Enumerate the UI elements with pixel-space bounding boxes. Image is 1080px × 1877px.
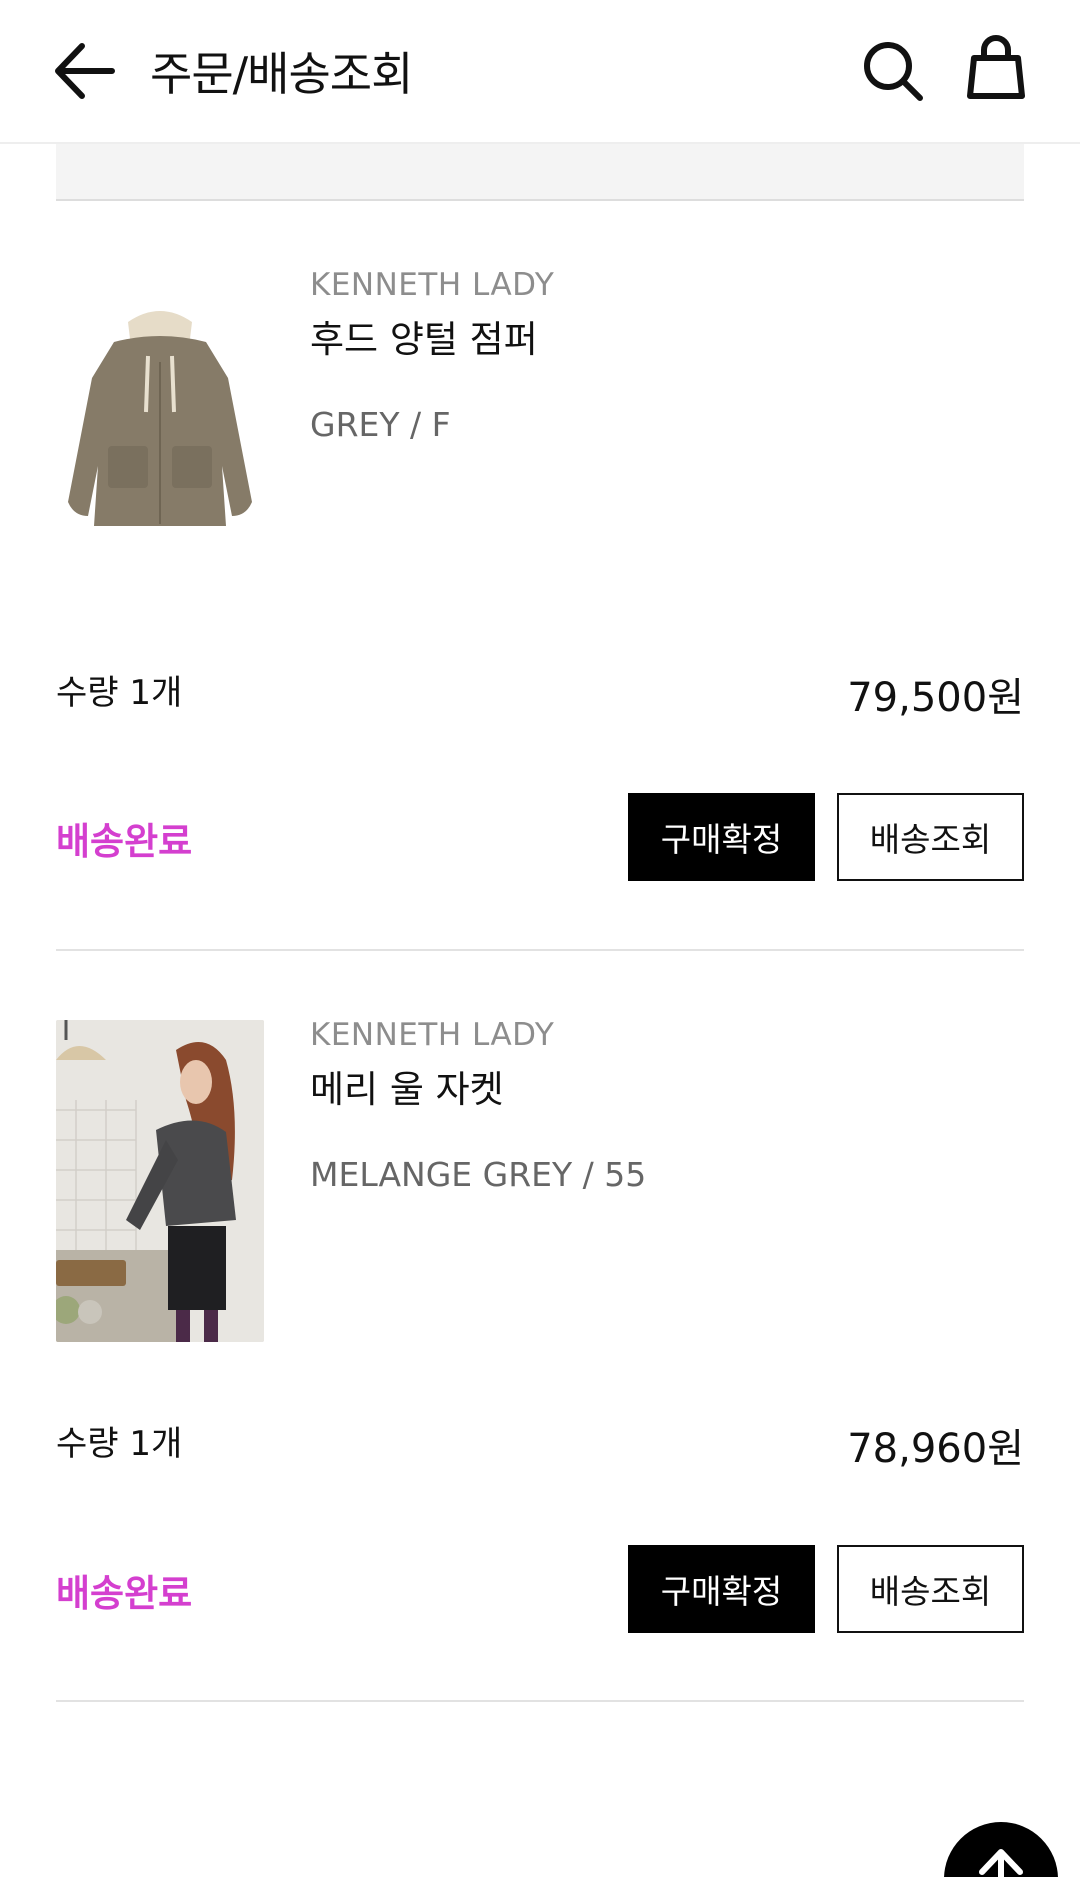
quantity-label: 수량 1개 bbox=[56, 673, 183, 713]
search-icon bbox=[864, 42, 923, 101]
brand-name: KENNETH LADY bbox=[310, 267, 555, 303]
page-title: 주문/배송조회 bbox=[150, 47, 413, 101]
product-option: GREY / F bbox=[310, 405, 451, 444]
track-delivery-button[interactable]: 배송조회 bbox=[837, 793, 1024, 881]
product-info: KENNETH LADY 후드 양털 점퍼 GREY / F bbox=[310, 267, 1010, 444]
back-button[interactable] bbox=[48, 36, 128, 106]
price-label: 79,500원 bbox=[847, 675, 1024, 721]
product-image[interactable] bbox=[56, 1020, 264, 1342]
top-bar: 주문/배송조회 bbox=[0, 0, 1080, 144]
product-name[interactable]: 후드 양털 점퍼 bbox=[310, 321, 1010, 358]
arrow-left-icon bbox=[55, 43, 115, 99]
previous-section-strip bbox=[56, 144, 1024, 201]
track-delivery-button[interactable]: 배송조회 bbox=[837, 1545, 1024, 1633]
search-button[interactable] bbox=[858, 36, 928, 106]
arrow-up-icon bbox=[979, 1849, 1023, 1877]
shopping-bag-icon bbox=[967, 35, 1025, 99]
product-name[interactable]: 메리 울 자켓 bbox=[310, 1071, 1010, 1108]
wool-jacket-model-image bbox=[56, 1020, 264, 1342]
quantity-label: 수량 1개 bbox=[56, 1424, 183, 1464]
confirm-purchase-button[interactable]: 구매확정 bbox=[628, 1545, 815, 1633]
brand-name: KENNETH LADY bbox=[310, 1017, 555, 1053]
order-tracking-page: 주문/배송조회 KENNETH LADY 후드 양털 점퍼 GREY / F 수… bbox=[0, 0, 1080, 1877]
divider bbox=[56, 1700, 1024, 1702]
cart-button[interactable] bbox=[960, 34, 1032, 106]
delivery-status: 배송완료 bbox=[56, 820, 193, 863]
scroll-to-top-button[interactable] bbox=[944, 1822, 1058, 1877]
price-label: 78,960원 bbox=[847, 1426, 1024, 1472]
product-option: MELANGE GREY / 55 bbox=[310, 1155, 647, 1194]
product-image[interactable] bbox=[56, 270, 264, 592]
confirm-purchase-button[interactable]: 구매확정 bbox=[628, 793, 815, 881]
product-info: KENNETH LADY 메리 울 자켓 MELANGE GREY / 55 bbox=[310, 1017, 1010, 1194]
divider bbox=[56, 949, 1024, 951]
hooded-jumper-image bbox=[68, 311, 252, 526]
delivery-status: 배송완료 bbox=[56, 1572, 193, 1615]
